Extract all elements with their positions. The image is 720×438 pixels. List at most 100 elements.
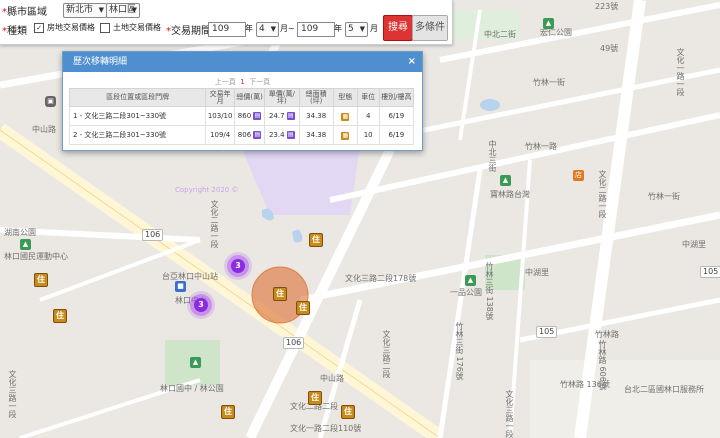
cell-count: 4	[356, 106, 380, 126]
table-row[interactable]: 1 - 文化三路二段301~330號 103/10 860 ▤ 24.7 ▤ 3…	[68, 106, 415, 126]
house-marker[interactable]: 住	[273, 287, 287, 301]
year-unit: 年	[334, 24, 342, 33]
col-header: 型態	[332, 88, 358, 107]
cell-floor: 6/19	[378, 106, 415, 126]
map-label: 223號	[595, 2, 619, 11]
map-label: 文化三路一段	[505, 390, 514, 438]
map-label: 一品公園	[450, 288, 482, 297]
map-label: 文化三路一段	[8, 370, 17, 418]
table-header-row: 區段位置或區段門牌 交易年月 總價(萬) 單價(萬/坪) 總面積(坪) 型態 車…	[68, 88, 415, 107]
map-label: 文化二路一段	[598, 170, 607, 218]
house-marker[interactable]: 住	[296, 301, 310, 315]
house-marker[interactable]: 住	[221, 405, 235, 419]
house-marker[interactable]: 住	[34, 273, 48, 287]
popup-title: 歷次移轉明細	[73, 57, 128, 67]
map-label: 中湖里	[682, 240, 706, 249]
city-select[interactable]: 新北市 ▼	[63, 3, 107, 18]
detail-icon[interactable]: ▤	[253, 131, 262, 139]
col-header: 單價(萬/坪)	[264, 88, 300, 107]
map-label: 林口國中 / 林公園	[160, 384, 224, 393]
house-marker[interactable]: 住	[341, 405, 355, 419]
table-row[interactable]: 2 - 文化三路二段301~330號 109/4 806 ▤ 23.4 ▤ 34…	[68, 125, 415, 145]
map-label: 文化二路一段	[210, 200, 219, 248]
cell-area: 34.38	[298, 106, 334, 126]
cell-address: 2 - 文化三路二段301~330號	[68, 125, 207, 145]
house-price-checkbox[interactable]: ✓	[34, 23, 44, 33]
pager: 上一頁 1 下一頁	[63, 77, 422, 87]
cell-unit: 24.7 ▤	[264, 106, 300, 126]
current-page: 1	[240, 78, 245, 86]
detail-icon[interactable]: ▤	[253, 112, 262, 120]
cell-count: 10	[356, 125, 380, 145]
cell-area: 34.38	[298, 125, 334, 145]
park-icon: ▲	[543, 18, 554, 29]
map-label: 竹林一路	[525, 142, 557, 151]
end-year-input[interactable]: 109	[297, 22, 335, 37]
type-label: *種類	[2, 26, 27, 37]
map-label: 49號	[600, 44, 619, 53]
search-button[interactable]: 搜尋	[383, 15, 413, 41]
park-icon: ▲	[465, 275, 476, 286]
start-month-select[interactable]: 4 ▼	[256, 22, 279, 37]
period-label: *交易期間	[166, 26, 211, 37]
map-label: 台亞林口中山站	[162, 272, 218, 281]
park-icon: ▲	[500, 175, 511, 186]
prev-page-link[interactable]: 上一頁	[215, 78, 236, 86]
building-type-icon[interactable]: ▦	[341, 131, 350, 140]
transaction-cluster[interactable]: 3	[194, 298, 208, 312]
next-page-link[interactable]: 下一頁	[249, 78, 270, 86]
close-icon[interactable]: ×	[408, 52, 416, 72]
map-label: 文化一路二段110號	[290, 424, 362, 433]
search-panel: *縣市區域 新北市 ▼ 林口區 ▼ *種類 ✓ 房地交易價格 土地交易價格 *交易期…	[0, 0, 453, 45]
map-label: 竹林三街 138號	[485, 262, 494, 320]
detail-icon[interactable]: ▤	[286, 131, 295, 139]
cell-type: ▦	[332, 125, 358, 145]
year-unit: 年	[245, 24, 253, 33]
house-marker[interactable]: 住	[53, 309, 67, 323]
map-label: 文化三路二段178號	[345, 274, 417, 283]
map-label: 竹林三街 176號	[455, 322, 464, 380]
month-to-label: 月~	[280, 24, 295, 33]
district-select[interactable]: 林口區 ▼	[106, 3, 140, 18]
house-marker[interactable]: 住	[308, 391, 322, 405]
cell-date: 109/4	[205, 125, 236, 145]
transaction-cluster[interactable]: 3	[231, 259, 245, 273]
col-header: 樓別/樓高	[378, 88, 415, 107]
map-label: 台北二區國林口服務所	[624, 385, 704, 394]
cell-floor: 6/19	[378, 125, 415, 145]
transfer-detail-popup: 歷次移轉明細 × 上一頁 1 下一頁 區段位置或區段門牌 交易年月 總價(萬) …	[62, 51, 423, 151]
more-conditions-button[interactable]: 多條件	[412, 15, 448, 41]
cell-date: 103/10	[205, 106, 236, 126]
road-number: 106	[142, 229, 164, 241]
road-number: 105	[700, 266, 720, 278]
building-type-icon[interactable]: ▦	[341, 112, 350, 121]
house-price-label: 房地交易價格	[47, 23, 95, 32]
house-marker[interactable]: 住	[309, 233, 323, 247]
map-label: 竹林路	[595, 330, 619, 339]
transit-icon[interactable]: ▣	[45, 96, 56, 107]
map-label: 中湖里	[525, 268, 549, 277]
col-header: 總面積(坪)	[298, 88, 334, 107]
store-icon[interactable]: 店	[573, 170, 584, 181]
region-label: *縣市區域	[2, 7, 47, 18]
col-header: 交易年月	[205, 88, 236, 107]
detail-icon[interactable]: ▤	[286, 112, 295, 120]
map-watermark: Copyright 2020 ©	[175, 186, 239, 194]
month-unit: 月	[370, 24, 378, 33]
start-year-input[interactable]: 109	[208, 22, 246, 37]
map-label: 湖南公園	[4, 228, 36, 237]
map-label: 中北三街	[488, 140, 497, 172]
cell-total: 860 ▤	[234, 106, 266, 126]
end-month-select[interactable]: 5 ▼	[345, 22, 368, 37]
map-label: 文化三路二段	[382, 330, 391, 378]
map-label: 文化一路一段	[676, 48, 685, 96]
land-price-checkbox[interactable]	[100, 23, 110, 33]
map-label: 中山路	[32, 125, 56, 134]
bus-stop-icon[interactable]: ■	[175, 281, 186, 292]
map-label: 寶林路台灣	[490, 190, 530, 199]
map-label: 竹林路 136號	[560, 380, 610, 389]
cell-type: ▦	[332, 106, 358, 126]
map-label: 中北二街	[484, 30, 516, 39]
map-label: 中山路	[320, 374, 344, 383]
transfer-table: 區段位置或區段門牌 交易年月 總價(萬) 單價(萬/坪) 總面積(坪) 型態 車…	[68, 88, 415, 145]
